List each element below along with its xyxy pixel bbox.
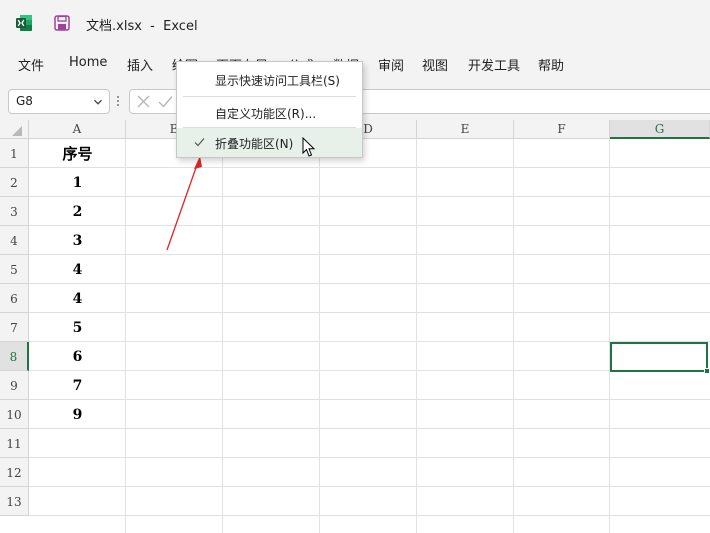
cell-a2[interactable]: 1: [29, 169, 126, 198]
name-box-value: G8: [16, 94, 33, 108]
grid-line: [29, 486, 710, 487]
grid-line: [416, 139, 417, 533]
grid-line: [29, 341, 710, 342]
row-header-3[interactable]: 3: [0, 197, 29, 226]
row-header-6[interactable]: 6: [0, 284, 29, 313]
grid-line: [29, 515, 710, 516]
window-title: 文档.xlsx - Excel: [86, 19, 198, 34]
close-icon[interactable]: [137, 95, 150, 108]
column-header-a[interactable]: A: [29, 120, 126, 139]
grid-line: [319, 139, 320, 533]
cell-a7[interactable]: 5: [29, 314, 126, 343]
grid-line: [222, 139, 223, 533]
menu-item-label: 折叠功能区(N): [215, 137, 294, 151]
column-header-f[interactable]: F: [514, 120, 610, 139]
more-options-icon[interactable]: [116, 94, 120, 108]
save-icon[interactable]: [54, 15, 70, 31]
row-header-1[interactable]: 1: [0, 139, 29, 168]
tab-file[interactable]: 文件: [18, 55, 44, 74]
select-all-triangle-icon: [12, 126, 22, 136]
row-header-8[interactable]: 8: [0, 342, 29, 371]
tab-review[interactable]: 审阅: [378, 55, 404, 74]
grid-line: [29, 167, 710, 168]
grid-line: [29, 428, 710, 429]
menu-item-show-quick-access-toolbar[interactable]: 显示快速访问工具栏(S): [177, 65, 362, 94]
menu-item-customize-ribbon[interactable]: 自定义功能区(R)...: [177, 98, 362, 127]
cell-a4[interactable]: 3: [29, 227, 126, 256]
tab-view[interactable]: 视图: [422, 55, 448, 74]
grid-line: [29, 225, 710, 226]
check-icon[interactable]: [158, 95, 173, 108]
column-header-e[interactable]: E: [417, 120, 514, 139]
chevron-down-icon[interactable]: [93, 97, 103, 107]
row-header-5[interactable]: 5: [0, 255, 29, 284]
menu-item-label: 显示快速访问工具栏(S): [215, 74, 340, 88]
name-box[interactable]: G8: [8, 89, 110, 114]
grid-line: [513, 139, 514, 533]
grid-line: [29, 196, 710, 197]
row-header-10[interactable]: 10: [0, 400, 29, 429]
column-header-g[interactable]: G: [610, 120, 710, 139]
grid-line: [29, 370, 710, 371]
tab-help[interactable]: 帮助: [538, 55, 564, 74]
cell-a8[interactable]: 6: [29, 343, 126, 372]
row-header-12[interactable]: 12: [0, 458, 29, 487]
cell-a10[interactable]: 9: [29, 401, 126, 430]
tab-developer[interactable]: 开发工具: [468, 55, 520, 74]
check-icon: [194, 138, 205, 147]
annotation-arrow: [166, 156, 202, 251]
mouse-pointer-icon: [302, 137, 316, 157]
menu-item-label: 自定义功能区(R)...: [215, 107, 317, 121]
grid-line: [29, 457, 710, 458]
excel-icon: [16, 15, 32, 31]
select-all-button[interactable]: [0, 120, 29, 139]
tab-insert[interactable]: 插入: [127, 55, 153, 74]
grid-line: [29, 254, 710, 255]
cell-a3[interactable]: 2: [29, 198, 126, 227]
row-header-11[interactable]: 11: [0, 429, 29, 458]
row-header-4[interactable]: 4: [0, 226, 29, 255]
row-header-2[interactable]: 2: [0, 168, 29, 197]
cell-a6[interactable]: 4: [29, 285, 126, 314]
menu-separator: [183, 96, 356, 97]
grid-line: [609, 139, 610, 533]
row-header-7[interactable]: 7: [0, 313, 29, 342]
cell-a1[interactable]: 序号: [29, 140, 126, 169]
tab-home[interactable]: Home: [69, 55, 107, 70]
menu-item-collapse-ribbon[interactable]: 折叠功能区(N): [177, 128, 362, 157]
grid-line: [29, 399, 710, 400]
fill-handle[interactable]: [704, 368, 710, 374]
ribbon-context-menu: 显示快速访问工具栏(S) 自定义功能区(R)... 折叠功能区(N): [176, 61, 363, 158]
row-header-13[interactable]: 13: [0, 487, 29, 516]
selected-cell-g8[interactable]: [610, 342, 708, 372]
grid-line: [29, 283, 710, 284]
grid-line: [29, 312, 710, 313]
cell-a5[interactable]: 4: [29, 256, 126, 285]
title-bar: 文档.xlsx - Excel: [0, 0, 710, 46]
row-header-9[interactable]: 9: [0, 371, 29, 400]
worksheet-grid[interactable]: A B C D E F G 1 2 3 4 5 6 7 8 9 10 11 12…: [0, 120, 710, 533]
cell-a9[interactable]: 7: [29, 372, 126, 401]
